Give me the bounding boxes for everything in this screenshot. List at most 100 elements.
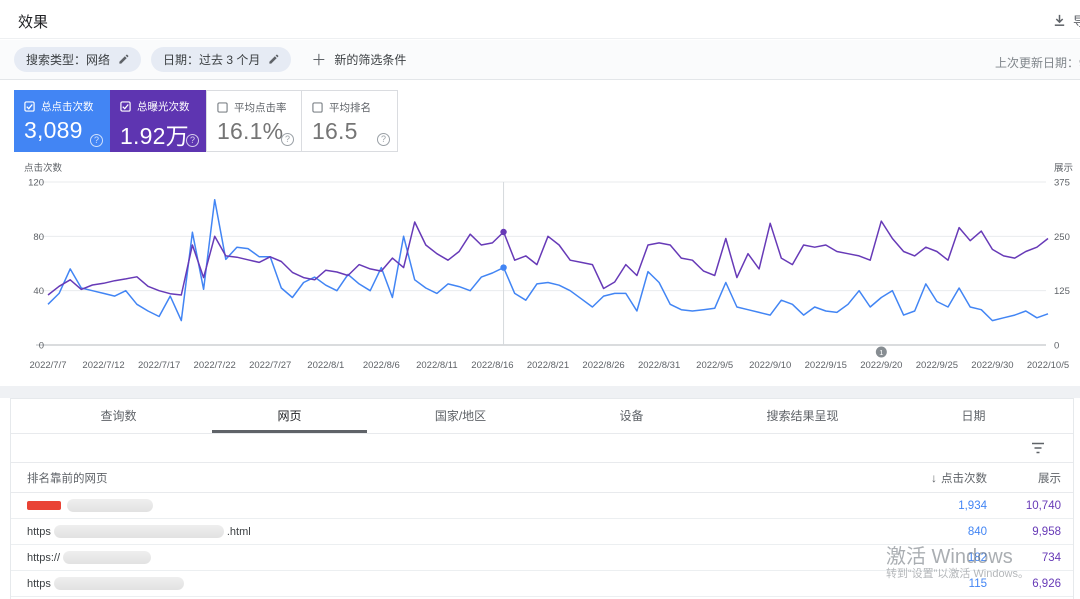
x-axis-date-label: 2022/9/10: [749, 360, 791, 371]
right-axis-tick: 125: [1054, 286, 1070, 297]
filter-chip-date-range[interactable]: 日期：过去 3 个月: [151, 47, 292, 72]
impressions-value: 9,958: [1032, 525, 1061, 538]
x-axis-date-label: 2022/7/22: [194, 360, 236, 371]
metric-card-avg-ctr[interactable]: 平均点击率 16.1% ?: [206, 90, 302, 152]
right-axis-tick: 0: [1054, 341, 1059, 352]
x-axis-date-label: 2022/8/31: [638, 360, 680, 371]
search-console-performance-page: 效果 导出 搜索类型：网络 日期：过去 3 个月 ＋: [0, 0, 1080, 599]
tab-devices[interactable]: 设备: [546, 399, 717, 433]
impressions-value: 10,740: [1025, 499, 1061, 512]
left-axis-title: 点击次数: [24, 162, 63, 174]
table-row[interactable]: 1,934 10,740: [11, 493, 1073, 519]
help-icon[interactable]: ?: [281, 133, 294, 146]
dimension-tabs: 查询数 网页 国家/地区 设备 搜索结果呈现 日期: [11, 399, 1073, 434]
x-axis-date-label: 2022/7/7: [30, 360, 67, 371]
url-cell[interactable]: https .html: [27, 525, 895, 538]
metric-card-total-clicks[interactable]: 总点击次数 3,089 ?: [14, 90, 110, 152]
left-axis-tick: 80: [33, 232, 44, 243]
checkbox-unchecked-icon[interactable]: [312, 102, 323, 113]
help-icon[interactable]: ?: [90, 134, 103, 147]
metric-label: 平均点击率: [234, 102, 287, 114]
table-filter-row: [11, 434, 1073, 463]
x-axis-date-label: 2022/9/15: [805, 360, 847, 371]
clicks-value: 115: [968, 577, 987, 590]
performance-chart[interactable]: 0 0 40 125 80 250 120 375 点击次数 展示 1 2022/7/7 2022/7/…: [0, 160, 1080, 386]
clicks-value: 182: [967, 551, 987, 564]
metric-label: 总曝光次数: [137, 101, 190, 113]
column-header-clicks-label: 点击次数: [941, 472, 987, 485]
url-cell[interactable]: https: [27, 577, 895, 590]
download-icon: [1052, 13, 1067, 28]
plus-icon: ＋: [311, 52, 327, 69]
x-axis-date-label: 2022/8/16: [471, 360, 513, 371]
left-axis-tick: 0: [39, 341, 44, 352]
last-updated-text: 上次更新日期：9小时前: [995, 56, 1080, 70]
table-header-row: 排名靠前的网页 ↓ 点击次数 展示: [11, 463, 1073, 493]
edit-pencil-icon: [118, 54, 129, 65]
checkbox-checked-icon[interactable]: [120, 101, 131, 112]
app-header: 效果 导出: [0, 0, 1080, 39]
table-row[interactable]: https:// 182 734: [11, 545, 1073, 571]
help-icon[interactable]: ?: [186, 134, 199, 147]
clicks-value: 1,934: [958, 499, 987, 512]
new-filter-label: 新的筛选条件: [334, 53, 407, 67]
redacted-url-blur: [53, 577, 184, 590]
x-axis-date-label: 2022/7/27: [249, 360, 291, 371]
impressions-value: 734: [1041, 551, 1061, 564]
tab-queries[interactable]: 查询数: [33, 399, 204, 433]
x-axis-date-label: 2022/10/5: [1027, 360, 1069, 371]
edit-pencil-icon: [268, 54, 279, 65]
column-header-clicks[interactable]: ↓ 点击次数: [895, 470, 987, 486]
metric-label: 平均排名: [329, 102, 371, 114]
left-axis-tick: 120: [28, 178, 44, 189]
table-row[interactable]: https .html 840 9,958: [11, 519, 1073, 545]
url-prefix: https: [27, 525, 51, 538]
export-label: 导出: [1073, 14, 1080, 29]
right-axis-tick: 375: [1054, 178, 1070, 189]
url-cell[interactable]: https://: [27, 551, 895, 564]
url-suffix: .html: [226, 525, 251, 538]
export-button[interactable]: 导出: [1052, 11, 1080, 30]
impressions-hover-dot: [500, 228, 507, 236]
filter-funnel-icon[interactable]: [1031, 442, 1045, 455]
left-axis-tick: 40: [33, 286, 44, 297]
tab-pages[interactable]: 网页: [204, 399, 375, 433]
x-axis-date-label: 2022/7/12: [82, 360, 124, 371]
x-axis-date-label: 2022/9/20: [860, 360, 902, 371]
filter-chip-search-type[interactable]: 搜索类型：网络: [14, 47, 142, 72]
section-divider: [0, 386, 1080, 398]
column-header-impressions[interactable]: 展示: [987, 470, 1061, 486]
url-cell[interactable]: [27, 499, 895, 512]
table-body: 1,934 10,740 https .html 840 9,958 https:// 182…: [11, 493, 1073, 597]
page-title: 效果: [18, 14, 49, 31]
url-prefix: https://: [27, 551, 61, 564]
new-filter-button[interactable]: ＋ 新的筛选条件: [311, 49, 406, 70]
clicks-hover-dot: [500, 264, 507, 271]
metric-cards: 总点击次数 3,089 ? 总曝光次数 1.92万 ? 平均点击率 16.1%: [14, 90, 398, 152]
redacted-url-blur: [67, 499, 153, 512]
right-axis-tick: 250: [1054, 232, 1070, 243]
redacted-url-blur: [63, 551, 152, 564]
clicks-value: 840: [967, 525, 987, 538]
tab-dates[interactable]: 日期: [888, 399, 1059, 433]
help-icon[interactable]: ?: [377, 133, 390, 146]
impressions-value: 6,926: [1032, 577, 1061, 590]
dimensions-table-card: 查询数 网页 国家/地区 设备 搜索结果呈现 日期 排名靠前的网页 ↓ 点击次数 展示 1…: [10, 398, 1074, 599]
annotation-badge-label: 1: [879, 348, 883, 357]
column-header-dimension[interactable]: 排名靠前的网页: [27, 470, 895, 486]
x-axis-date-label: 2022/8/6: [363, 360, 400, 371]
metric-card-total-impressions[interactable]: 总曝光次数 1.92万 ?: [110, 90, 206, 152]
x-axis-date-label: 2022/8/11: [416, 360, 458, 371]
tab-countries[interactable]: 国家/地区: [375, 399, 546, 433]
redacted-red-bar: [27, 501, 61, 510]
checkbox-checked-icon[interactable]: [24, 101, 35, 112]
sort-descending-icon: ↓: [931, 470, 937, 485]
checkbox-unchecked-icon[interactable]: [217, 102, 228, 113]
redacted-url-blur: [53, 525, 224, 538]
right-axis-title: 展示: [1054, 163, 1073, 174]
x-axis-date-label: 2022/9/25: [916, 360, 958, 371]
x-axis-date-label: 2022/8/1: [307, 360, 344, 371]
table-row[interactable]: https 115 6,926: [11, 571, 1073, 597]
metric-card-avg-position[interactable]: 平均排名 16.5 ?: [302, 90, 398, 152]
tab-search-appearance[interactable]: 搜索结果呈现: [717, 399, 888, 433]
